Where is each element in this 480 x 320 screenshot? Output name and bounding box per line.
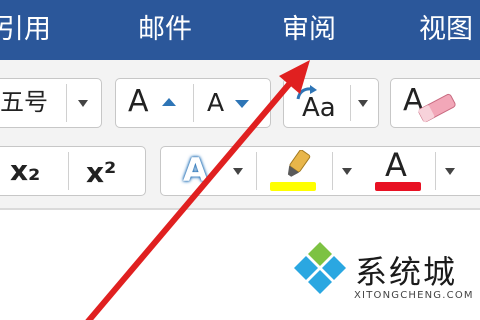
logo-icon [294,242,346,294]
watermark-url: XITONGCHENG.COM [354,290,474,301]
watermark-brand: 系统城 [355,253,458,291]
